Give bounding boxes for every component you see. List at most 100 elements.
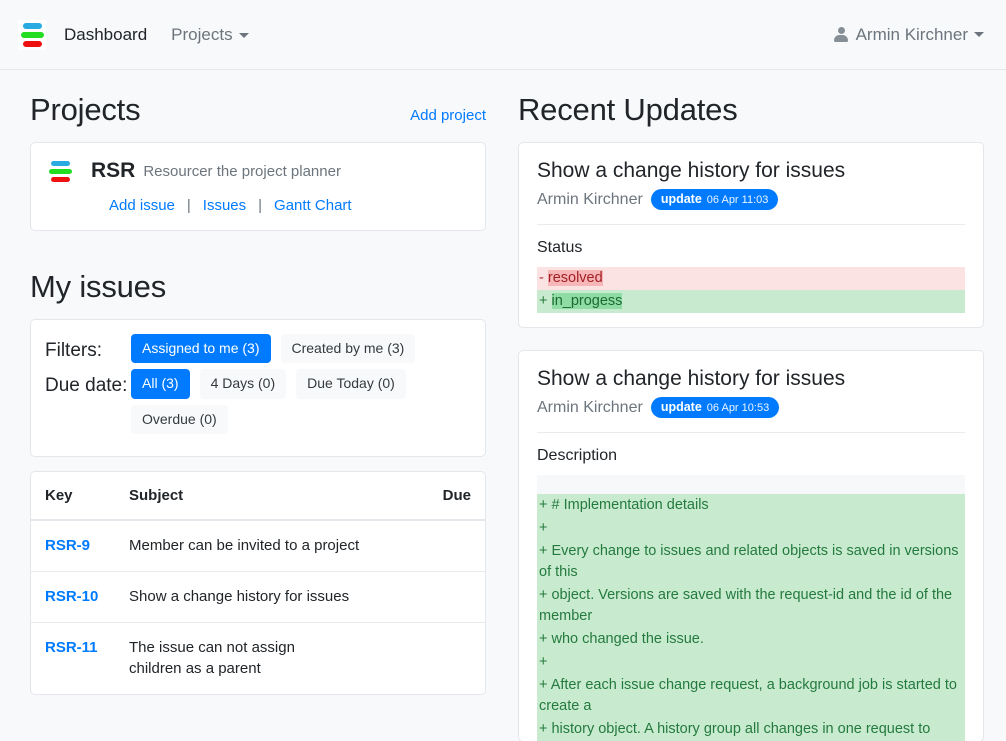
diff-line-context: [537, 475, 965, 495]
logo-bar-green: [20, 31, 44, 38]
diff-line-added: + object. Versions are saved with the re…: [537, 584, 965, 629]
update-meta: Armin Kirchner update 06 Apr 10:53: [537, 397, 965, 419]
diff-line-added: + After each issue change request, a bac…: [537, 674, 965, 719]
issues-table-body: RSR-9 Member can be invited to a project…: [31, 519, 485, 695]
update-title: Show a change history for issues: [537, 367, 846, 391]
filters-card: Filters: Assigned to me (3) Created by m…: [30, 319, 486, 458]
left-column: Projects Add project RSR Resourcer the p…: [18, 92, 498, 741]
issue-due-cell: [428, 519, 485, 572]
update-author: Armin Kirchner: [537, 398, 643, 416]
diff-highlight: in_progess: [551, 293, 623, 310]
card-spacer: [537, 313, 965, 327]
badge-timestamp: 06 Apr 10:53: [706, 402, 770, 415]
badge-type: update: [660, 400, 702, 415]
due-filter-all[interactable]: All (3): [131, 369, 190, 399]
logo-bar-red: [50, 176, 70, 182]
page-title: Projects: [30, 92, 141, 127]
filter-buttons: Assigned to me (3) Created by me (3): [131, 334, 416, 364]
user-menu[interactable]: Armin Kirchner: [834, 25, 984, 45]
divider: [537, 432, 965, 434]
diff-line-added: + Every change to issues and related obj…: [537, 540, 965, 585]
person-icon: [834, 26, 849, 43]
project-description: Resourcer the project planner: [143, 162, 341, 180]
diff-view: + # Implementation details + + Every chang…: [537, 475, 965, 741]
diff-line-added: + # Implementation details: [537, 494, 965, 518]
issue-subject-cell: Member can be invited to a project: [115, 519, 429, 572]
project-card-rsr[interactable]: RSR Resourcer the project planner Add is…: [30, 142, 486, 231]
diff-line-added: + history object. A history group all ch…: [537, 718, 965, 741]
status-badge: update 06 Apr 10:53: [650, 397, 780, 419]
due-filter-buttons: All (3) 4 Days (0) Due Today (0) Overdue…: [131, 369, 461, 435]
logo-bar-blue: [22, 22, 42, 29]
project-key: RSR: [91, 159, 136, 182]
gantt-chart-link[interactable]: Gantt Chart: [274, 197, 352, 214]
table-header-row: Key Subject Due: [31, 472, 485, 522]
right-column: Recent Updates Show a change history for…: [506, 92, 996, 741]
chevron-down-icon: [238, 32, 249, 38]
add-project-link[interactable]: Add project: [410, 107, 486, 124]
changed-field-name: Description: [537, 447, 618, 465]
filters-label: Filters:: [45, 340, 102, 361]
issue-due-cell: [428, 570, 485, 623]
logo-bar-blue: [50, 160, 70, 166]
my-issues-title: My issues: [30, 269, 167, 304]
update-author: Armin Kirchner: [537, 190, 643, 208]
nav-item-projects[interactable]: Projects: [171, 24, 249, 45]
nav-item-projects-label: Projects: [171, 24, 233, 44]
filters-row: Filters: Assigned to me (3) Created by m…: [45, 334, 471, 364]
brand-logo-icon[interactable]: [18, 19, 46, 50]
table-row[interactable]: RSR-9 Member can be invited to a project: [31, 519, 485, 572]
projects-header: Projects Add project: [30, 92, 486, 142]
update-title: Show a change history for issues: [537, 159, 846, 182]
table-row[interactable]: RSR-10 Show a change history for issues: [31, 570, 485, 623]
issue-subject-cell: The issue can not assign children as a p…: [115, 621, 429, 695]
project-logo-icon: [47, 157, 73, 185]
badge-timestamp: 06 Apr 11:03: [706, 194, 769, 206]
due-date-row: Due date: All (3) 4 Days (0) Due Today (…: [45, 369, 471, 435]
issue-key-cell: RSR-11: [31, 621, 115, 695]
logo-bar-green: [48, 168, 72, 174]
project-header: RSR Resourcer the project planner: [47, 157, 469, 185]
issues-link[interactable]: Issues: [203, 197, 246, 214]
filter-assigned-to-me[interactable]: Assigned to me (3): [131, 334, 271, 364]
issue-key-link[interactable]: RSR-11: [45, 639, 98, 656]
nav-item-dashboard[interactable]: Dashboard: [64, 25, 147, 45]
diff-highlight: resolved: [547, 270, 603, 286]
due-filter-4-days[interactable]: 4 Days (0): [199, 369, 287, 399]
add-issue-link[interactable]: Add issue: [109, 197, 175, 214]
due-filter-due-today[interactable]: Due Today (0): [296, 369, 406, 399]
top-navbar: Dashboard Projects Armin Kirchner: [0, 0, 1006, 70]
changed-field-name: Status: [537, 239, 583, 256]
diff-line-added: +: [537, 651, 965, 675]
column-header-subject: Subject: [115, 472, 429, 522]
due-filter-overdue[interactable]: Overdue (0): [131, 404, 228, 435]
issue-subject-cell: Show a change history for issues: [115, 570, 429, 623]
user-name: Armin Kirchner: [855, 24, 968, 44]
diff-view: - resolved + in_progess: [537, 267, 965, 314]
link-separator: |: [258, 197, 263, 214]
filter-created-by-me[interactable]: Created by me (3): [280, 334, 416, 364]
column-header-due: Due: [428, 472, 485, 522]
issue-key-cell: RSR-9: [31, 519, 115, 572]
column-header-key: Key: [31, 472, 115, 522]
issues-table-card: Key Subject Due RSR-9 Member can be invi…: [30, 471, 486, 696]
diff-line-added: + in_progess: [537, 290, 965, 314]
link-separator: |: [186, 197, 191, 214]
diff-line-added: +: [537, 517, 965, 541]
issues-table-head: Key Subject Due: [31, 472, 485, 522]
badge-type: update: [660, 192, 702, 206]
status-badge: update 06 Apr 11:03: [650, 189, 779, 210]
diff-line-added: + who changed the issue.: [537, 628, 965, 652]
issue-key-cell: RSR-10: [31, 570, 115, 623]
due-date-label: Due date:: [45, 375, 128, 397]
table-row[interactable]: RSR-11 The issue can not assign children…: [31, 621, 485, 695]
issue-key-link[interactable]: RSR-10: [45, 588, 98, 605]
project-links: Add issue | Issues | Gantt Chart: [47, 197, 469, 214]
chevron-down-icon: [974, 32, 984, 37]
update-card[interactable]: Show a change history for issues Armin K…: [518, 142, 984, 329]
page-body: Projects Add project RSR Resourcer the p…: [0, 70, 1006, 741]
issue-due-cell: [428, 621, 485, 695]
issue-key-link[interactable]: RSR-9: [45, 537, 90, 554]
update-card[interactable]: Show a change history for issues Armin K…: [518, 350, 984, 741]
update-meta: Armin Kirchner update 06 Apr 11:03: [537, 189, 965, 210]
